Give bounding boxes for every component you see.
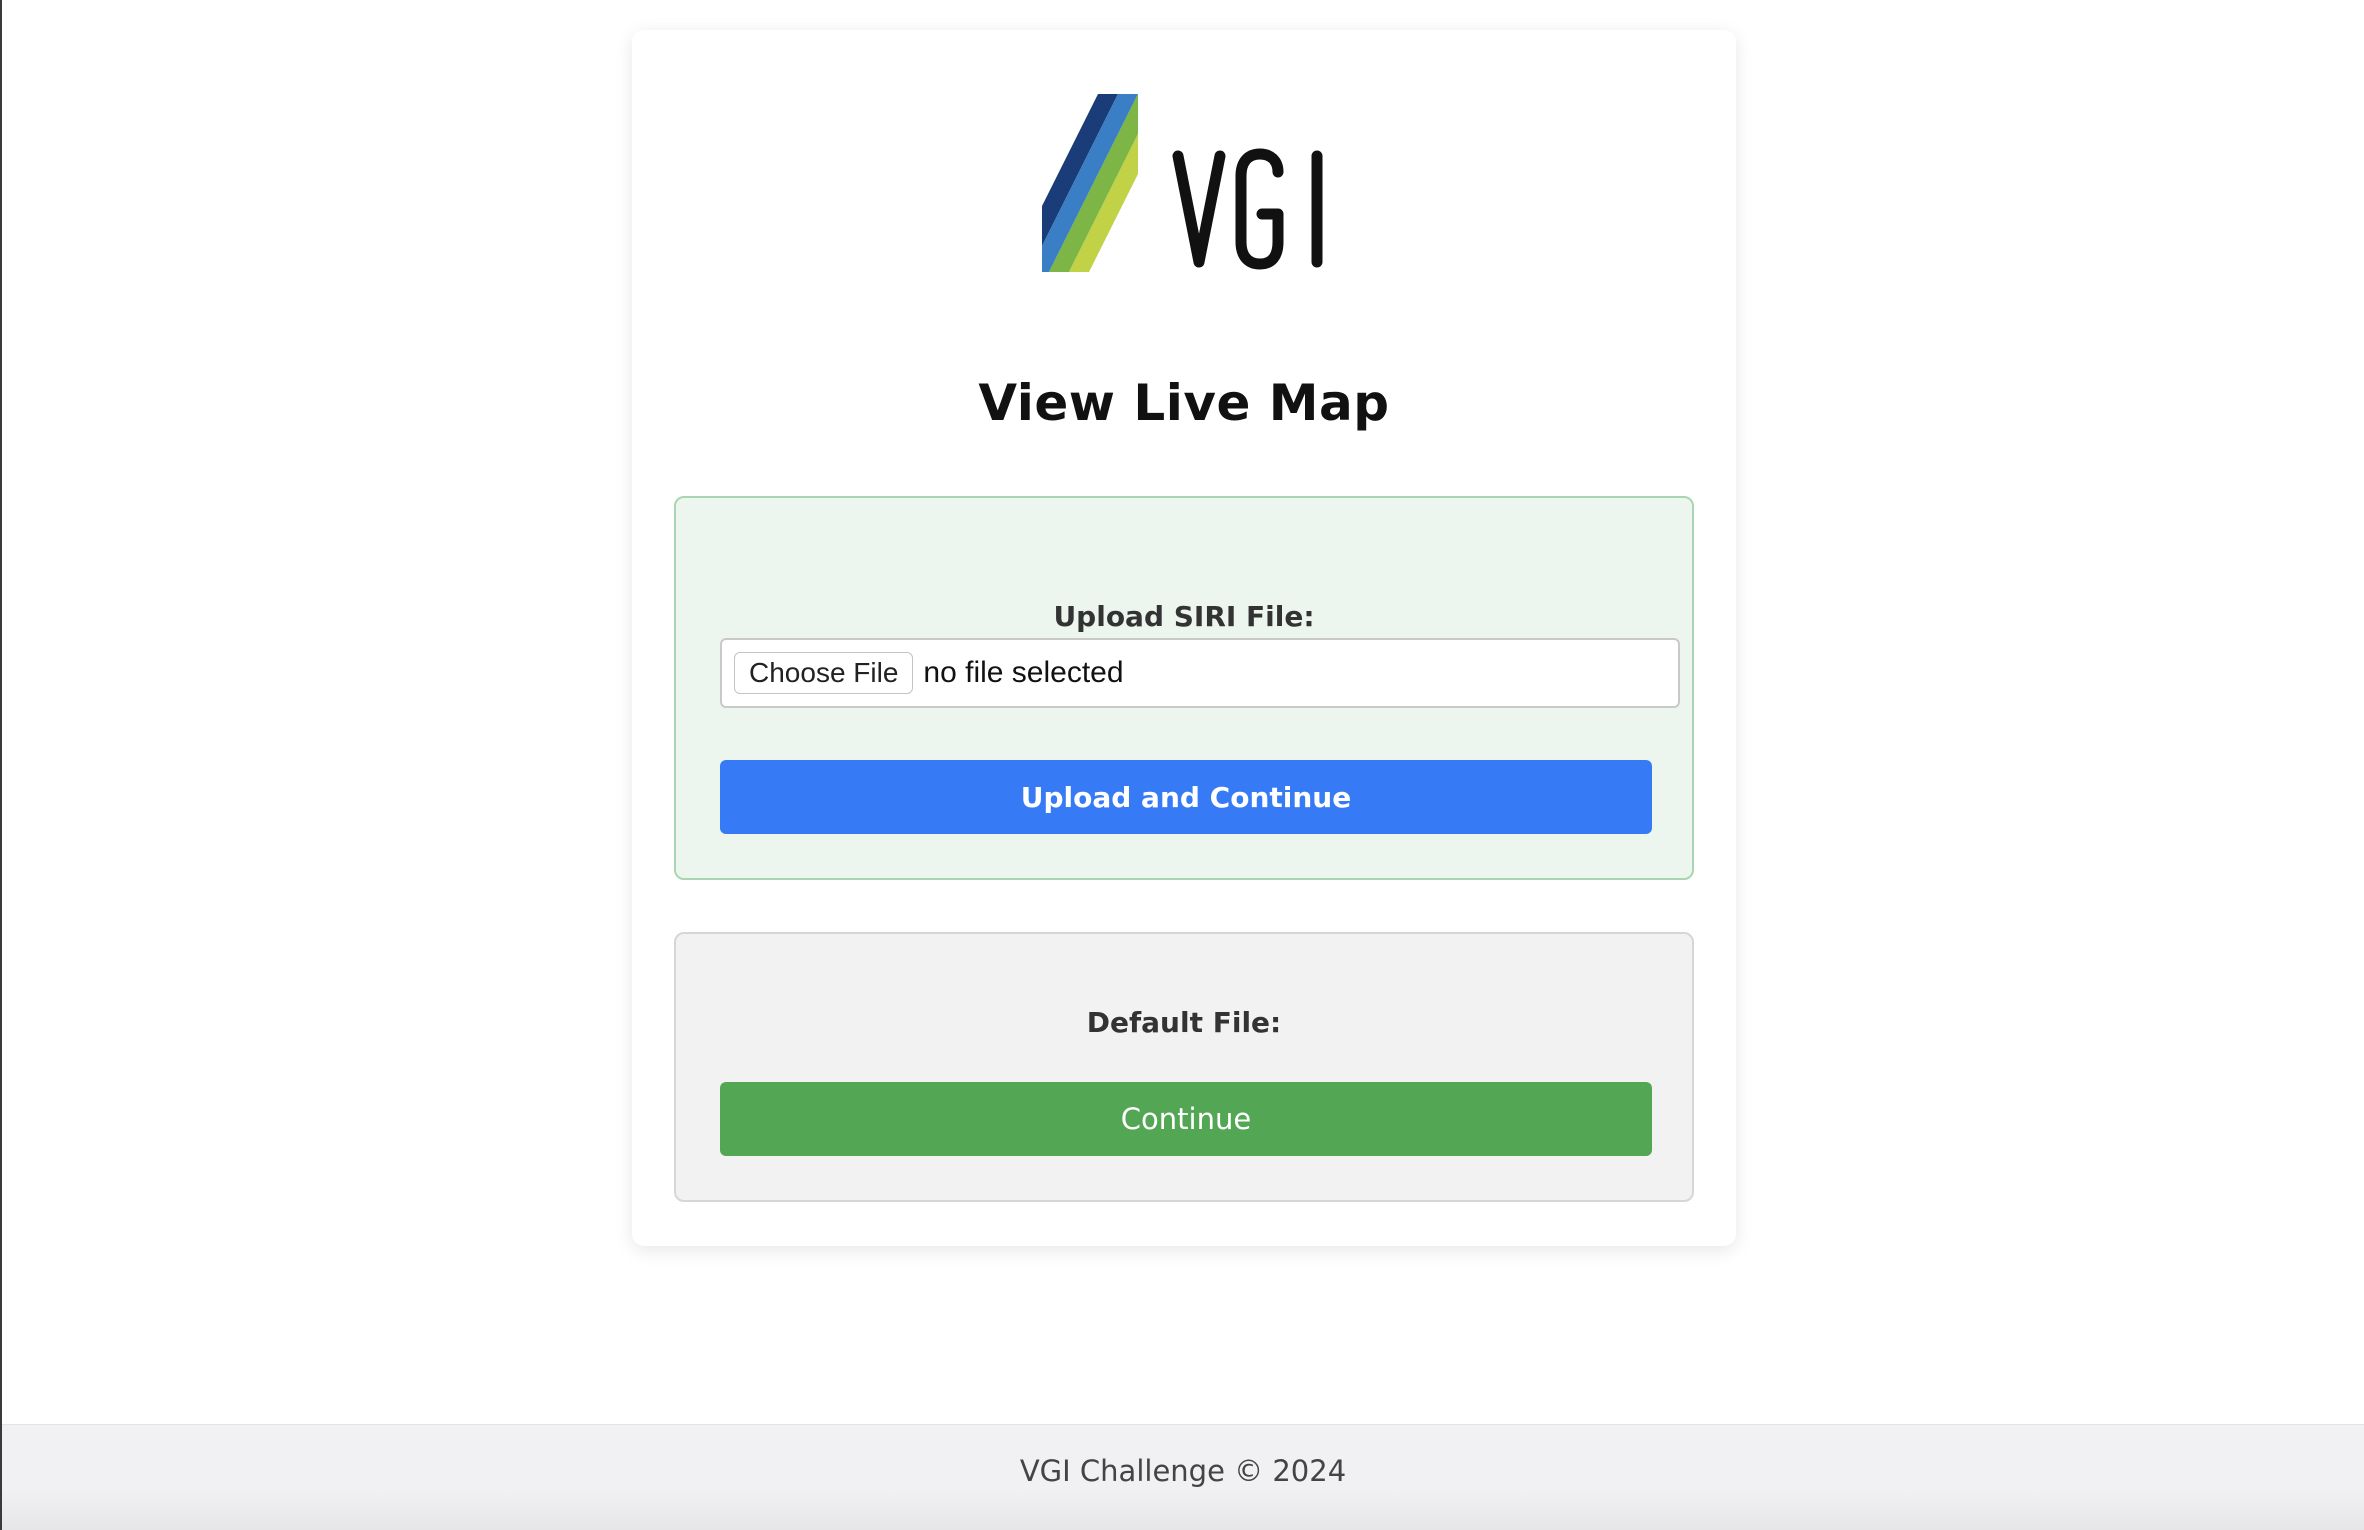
default-file-panel: Default File: Continue (674, 932, 1694, 1202)
vgi-logo (1042, 94, 1323, 272)
footer: VGI Challenge © 2024 (2, 1424, 2364, 1530)
upload-panel: Upload SIRI File: Choose File no file se… (674, 496, 1694, 880)
upload-label: Upload SIRI File: (1053, 600, 1315, 633)
continue-button[interactable]: Continue (720, 1082, 1652, 1156)
choose-file-button[interactable]: Choose File (734, 652, 914, 694)
file-status-text: no file selected (923, 656, 1124, 689)
main-card: View Live Map Upload SIRI File: Choose F… (632, 30, 1736, 1246)
page-title: View Live Map (978, 374, 1390, 432)
footer-text: VGI Challenge © 2024 (1019, 1454, 1347, 1488)
upload-and-continue-button[interactable]: Upload and Continue (720, 760, 1652, 834)
page: View Live Map Upload SIRI File: Choose F… (0, 0, 2364, 1530)
file-input[interactable]: Choose File no file selected (720, 638, 1680, 708)
default-file-label: Default File: (1086, 1006, 1282, 1039)
